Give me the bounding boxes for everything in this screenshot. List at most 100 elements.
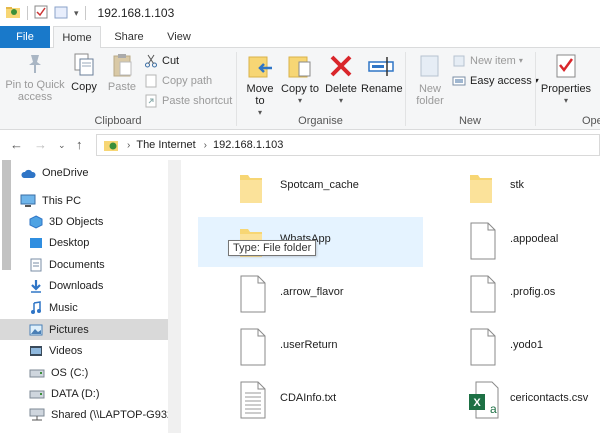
delete-button[interactable]: Delete ▾ bbox=[323, 52, 359, 107]
sidebar-item-data-d[interactable]: DATA (D:) bbox=[0, 383, 168, 404]
title-bar: ▾ 192.168.1.103 bbox=[0, 0, 600, 26]
sidebar-item-label: DATA (D:) bbox=[51, 387, 100, 400]
navigation-bar: ← → ⌄ ↑ › The Internet › 192.168.1.103 bbox=[0, 131, 600, 159]
ribbon: Pin to Quick access Copy Paste Cut Copy … bbox=[0, 48, 600, 130]
organise-group-label: Organise bbox=[298, 115, 343, 127]
recent-locations-chevron-icon[interactable]: ⌄ bbox=[58, 140, 66, 151]
file-name: .profig.os bbox=[510, 286, 556, 298]
address-bar[interactable]: › The Internet › 192.168.1.103 bbox=[96, 134, 600, 156]
easy-access-button[interactable]: Easy access ▾ bbox=[452, 72, 539, 90]
properties-qa-icon[interactable] bbox=[34, 5, 48, 22]
copy-to-button[interactable]: Copy to ▾ bbox=[281, 52, 319, 107]
up-arrow-icon[interactable]: ↑ bbox=[76, 137, 83, 152]
file-item[interactable]: CDAInfo.txt bbox=[198, 376, 423, 426]
new-folder-label: New folder bbox=[416, 83, 444, 107]
folder-icon bbox=[468, 167, 494, 210]
breadcrumb-ip[interactable]: 192.168.1.103 bbox=[213, 139, 283, 151]
sidebar-item-desktop[interactable]: Desktop bbox=[0, 232, 168, 253]
svg-text:a: a bbox=[490, 402, 497, 416]
file-item[interactable]: .appodeal bbox=[428, 217, 600, 267]
sidebar-item-label: This PC bbox=[42, 194, 82, 207]
sidebar-item-3d-objects[interactable]: 3D Objects bbox=[0, 211, 168, 232]
copy-path-icon bbox=[145, 74, 157, 88]
tab-view[interactable]: View bbox=[158, 26, 200, 48]
sidebar-item-shared-laptop-g932h[interactable]: Shared (\\LAPTOP-G932H bbox=[0, 404, 181, 425]
new-group-label: New bbox=[458, 115, 481, 127]
copy-to-icon bbox=[288, 56, 311, 78]
download-icon bbox=[29, 279, 43, 293]
pin-to-quick-access-button[interactable]: Pin to Quick access bbox=[4, 52, 66, 103]
new-item-button[interactable]: New item ▾ bbox=[452, 52, 523, 70]
new-folder-qa-icon[interactable] bbox=[54, 5, 68, 22]
file-item[interactable]: stk bbox=[428, 163, 600, 213]
new-item-label: New item bbox=[470, 55, 516, 67]
rename-icon bbox=[368, 57, 394, 76]
tab-home[interactable]: Home bbox=[53, 26, 101, 49]
file-icon bbox=[468, 274, 498, 317]
nav-scrollbar[interactable] bbox=[168, 160, 181, 433]
paste-button[interactable]: Paste bbox=[104, 52, 140, 93]
clipboard-group: Pin to Quick access Copy Paste Cut Copy … bbox=[0, 48, 236, 130]
file-list: Spotcam_cache stk WhatsApp .appodeal .arrow_… bbox=[182, 160, 600, 433]
tooltip: Type: File folder bbox=[228, 240, 317, 256]
easy-access-icon bbox=[452, 76, 466, 86]
sidebar-item-onedrive[interactable]: OneDrive bbox=[0, 162, 168, 183]
paste-icon bbox=[113, 54, 132, 77]
cube-icon bbox=[29, 214, 43, 229]
file-name: .yodo1 bbox=[510, 339, 544, 351]
file-item[interactable]: .yodo1 bbox=[428, 323, 600, 373]
file-icon bbox=[238, 274, 268, 317]
sidebar-item-videos[interactable]: Videos bbox=[0, 340, 168, 361]
new-folder-button[interactable]: New folder bbox=[410, 52, 450, 107]
copy-button[interactable]: Copy bbox=[68, 52, 100, 93]
sidebar-item-label: Documents bbox=[49, 258, 105, 271]
paste-shortcut-icon bbox=[145, 94, 157, 108]
file-item[interactable]: .profig.os bbox=[428, 270, 600, 320]
file-name: .appodeal bbox=[510, 233, 559, 245]
tab-share[interactable]: Share bbox=[108, 26, 150, 48]
sidebar-item-label: Downloads bbox=[49, 279, 104, 292]
ribbon-tabs: File Home Share View bbox=[0, 26, 600, 49]
sidebar-item-downloads[interactable]: Downloads bbox=[0, 275, 168, 296]
sidebar-item-os-c[interactable]: OS (C:) bbox=[0, 362, 168, 383]
sidebar-item-documents[interactable]: Documents bbox=[0, 254, 168, 275]
file-name: stk bbox=[510, 179, 525, 191]
excel-file-icon: Xa bbox=[468, 380, 500, 423]
delete-x-icon bbox=[330, 55, 352, 77]
move-to-button[interactable]: Move to ▾ bbox=[241, 52, 279, 119]
explorer-icon[interactable] bbox=[5, 4, 21, 23]
navigation-pane: OneDrive This PC 3D Objects Desktop Document… bbox=[0, 160, 182, 433]
nav-scrollbar-thumb[interactable] bbox=[2, 160, 11, 270]
file-name: .arrow_flavor bbox=[280, 286, 344, 298]
customize-qa-chevron-icon[interactable]: ▾ bbox=[74, 8, 79, 19]
new-item-icon bbox=[453, 55, 465, 67]
tab-file[interactable]: File bbox=[0, 26, 50, 48]
pin-label: Pin to Quick access bbox=[5, 79, 65, 103]
desktop-icon bbox=[29, 237, 43, 249]
breadcrumb-separator-icon[interactable]: › bbox=[127, 140, 130, 151]
breadcrumb-the-internet[interactable]: The Internet bbox=[136, 139, 195, 151]
cut-button[interactable]: Cut bbox=[144, 52, 179, 70]
paste-shortcut-button[interactable]: Paste shortcut bbox=[144, 92, 232, 110]
svg-text:X: X bbox=[473, 397, 481, 409]
file-item[interactable]: .arrow_flavor bbox=[198, 270, 423, 320]
file-icon bbox=[468, 327, 498, 370]
clipboard-group-label: Clipboard bbox=[94, 115, 142, 127]
copy-path-button[interactable]: Copy path bbox=[144, 72, 212, 90]
properties-button[interactable]: Properties ▾ bbox=[538, 52, 594, 107]
forward-arrow-icon[interactable]: → bbox=[34, 137, 47, 152]
cut-label: Cut bbox=[162, 55, 180, 67]
breadcrumb-separator-icon[interactable]: › bbox=[204, 140, 207, 151]
file-item[interactable]: Spotcam_cache bbox=[198, 163, 423, 213]
new-folder-icon bbox=[420, 55, 439, 77]
copy-path-label: Copy path bbox=[162, 75, 213, 87]
sidebar-item-label: Shared (\\LAPTOP-G932H bbox=[51, 408, 182, 421]
sidebar-item-this-pc[interactable]: This PC bbox=[0, 190, 168, 211]
videos-icon bbox=[29, 345, 43, 357]
rename-button[interactable]: Rename bbox=[361, 52, 403, 95]
sidebar-item-music[interactable]: Music bbox=[0, 297, 168, 318]
file-item[interactable]: Xa cericontacts.csv bbox=[428, 376, 600, 426]
sidebar-item-pictures[interactable]: Pictures bbox=[0, 319, 168, 340]
back-arrow-icon[interactable]: ← bbox=[10, 137, 23, 152]
file-item[interactable]: .userReturn bbox=[198, 323, 423, 373]
